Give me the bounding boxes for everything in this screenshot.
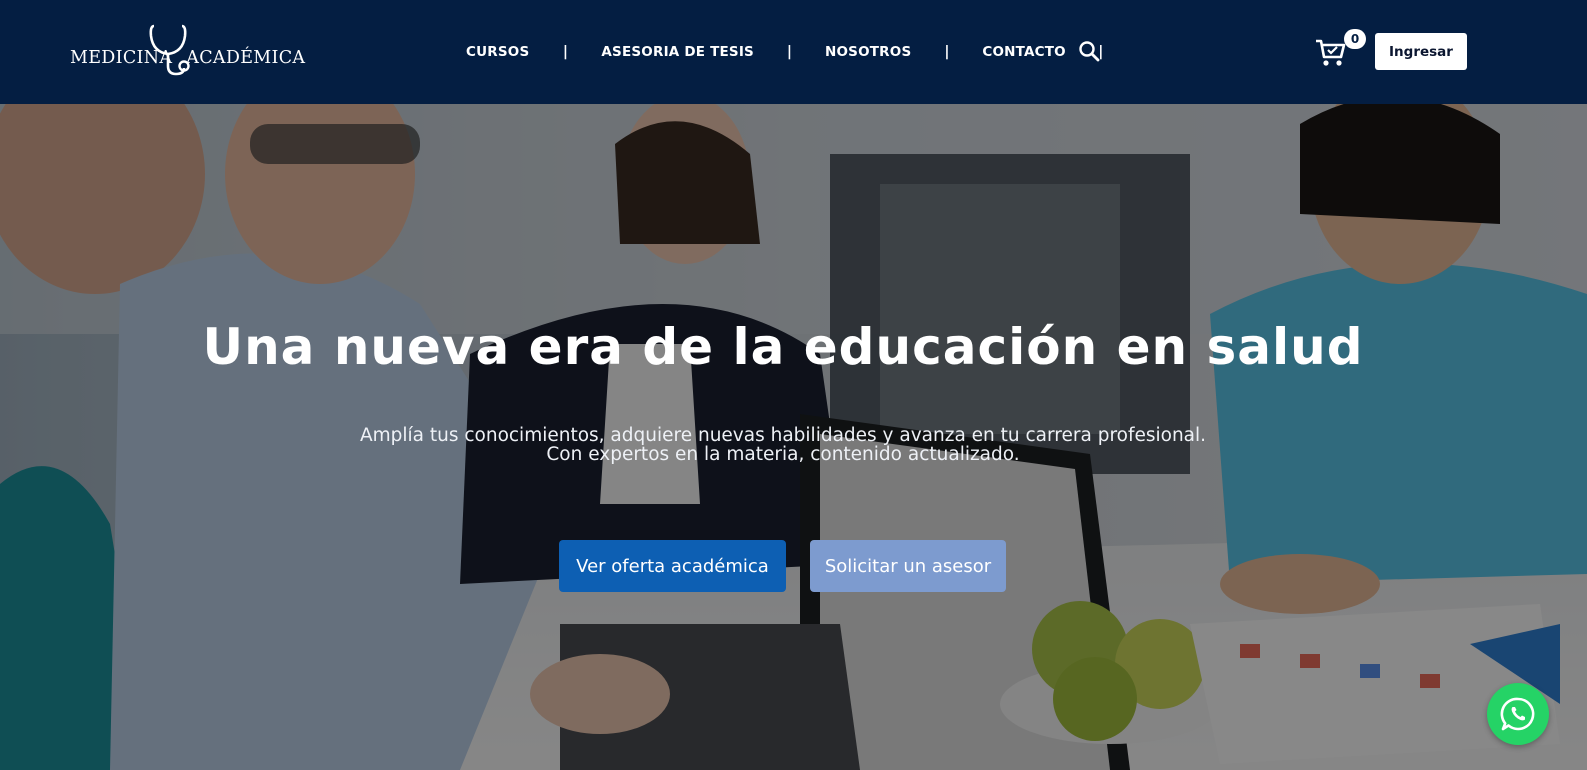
ver-oferta-academica-button[interactable]: Ver oferta académica [559,540,786,592]
nav-nosotros[interactable]: NOSOTROS [825,44,911,60]
logo-word-medicina: MEDICINA [70,48,173,68]
nav-separator: | [786,44,793,60]
login-button[interactable]: Ingresar [1375,33,1467,70]
nav-separator: | [1098,44,1104,60]
hero-subtitle-line-2: Con expertos en la materia, contenido ac… [546,444,1020,465]
hero-section: Una nueva era de la educación en salud A… [0,104,1587,770]
main-nav: CURSOS | ASESORIA DE TESIS | NOSOTROS | … [466,40,1136,64]
whatsapp-chat-button[interactable] [1487,683,1549,745]
hero-subtitle: Amplía tus conocimientos, adquiere nueva… [0,426,1566,464]
site-logo[interactable]: MEDICINA ACADÉMICA [70,22,305,80]
hero-subtitle-line-1: Amplía tus conocimientos, adquiere nueva… [359,425,1207,446]
nav-contacto[interactable]: CONTACTO [982,44,1065,60]
solicitar-asesor-button[interactable]: Solicitar un asesor [810,540,1006,592]
nav-cursos[interactable]: CURSOS [466,44,529,60]
cart-icon[interactable] [1315,36,1347,68]
whatsapp-icon [1500,697,1535,731]
nav-separator: | [562,44,568,60]
search-icon[interactable] [1078,40,1100,62]
nav-asesoria-de-tesis[interactable]: ASESORIA DE TESIS [601,44,754,60]
logo-word-academica: ACADÉMICA [186,48,306,68]
cart-count-badge: 0 [1344,29,1366,49]
site-header: MEDICINA ACADÉMICA CURSOS | ASESORIA DE T… [0,0,1587,104]
hero-title: Una nueva era de la educación en salud [202,318,1364,376]
nav-separator: | [944,44,950,60]
